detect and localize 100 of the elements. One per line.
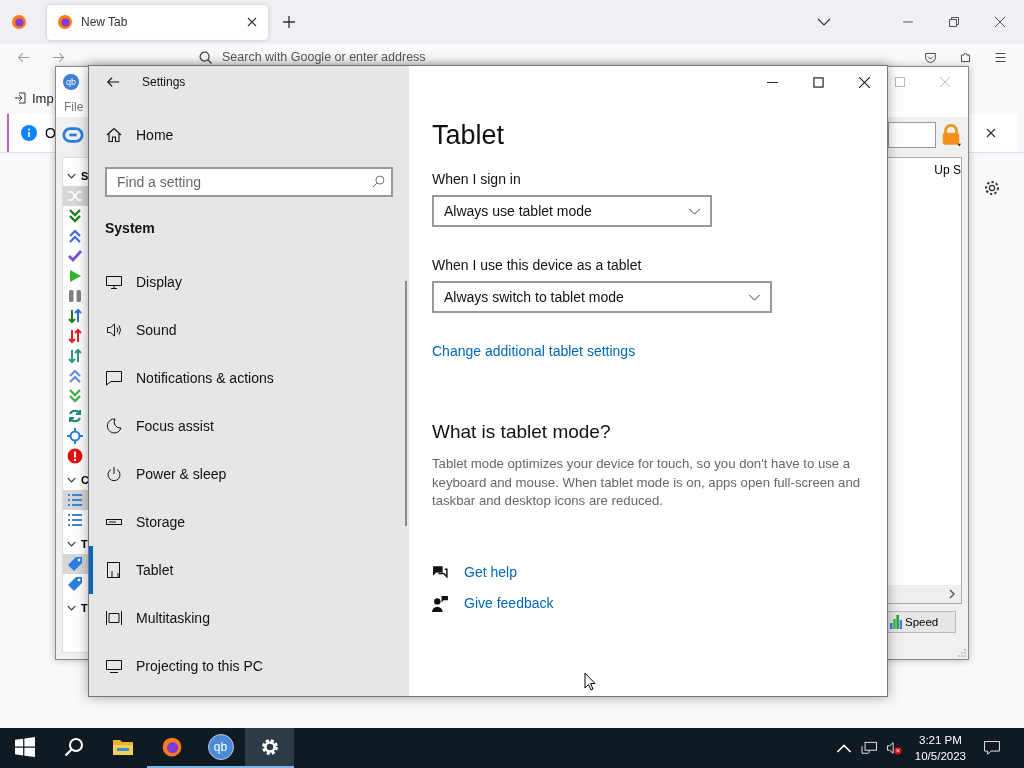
- menu-icon[interactable]: [994, 51, 1007, 64]
- back-arrow-icon[interactable]: [106, 75, 120, 89]
- chevrons-down-icon: [67, 388, 83, 404]
- menu-item[interactable]: File: [64, 100, 84, 114]
- column-header[interactable]: Up S: [934, 163, 961, 177]
- home-item[interactable]: Home: [89, 123, 409, 147]
- plus-icon[interactable]: [283, 16, 295, 28]
- field-label: When I use this device as a tablet: [432, 257, 643, 273]
- section-heading: What is tablet mode?: [432, 421, 611, 443]
- scrollbar-thumb[interactable]: [405, 281, 407, 526]
- window-title: Settings: [142, 75, 186, 89]
- nav-item[interactable]: Notifications & actions: [89, 354, 409, 402]
- chevron-down-icon[interactable]: [817, 18, 831, 26]
- close-icon[interactable]: [859, 76, 870, 88]
- help-link[interactable]: Give feedback: [464, 595, 554, 611]
- restore-icon[interactable]: [949, 17, 959, 27]
- checkmark-icon: [67, 248, 83, 264]
- nav-item[interactable]: Projecting to this PC: [89, 642, 409, 690]
- info-icon: [21, 125, 37, 141]
- speed-button[interactable]: Speed: [886, 611, 956, 633]
- moon-icon: [106, 418, 122, 434]
- pocket-icon[interactable]: [924, 51, 937, 64]
- app-logo: qb: [63, 74, 79, 90]
- qbittorrent-logo: qb: [207, 734, 234, 760]
- page-title: Tablet: [432, 120, 505, 151]
- settings-icon[interactable]: [983, 179, 1001, 197]
- collapse-icon[interactable]: [67, 173, 76, 179]
- section-header: T: [81, 538, 88, 550]
- section-header: T: [81, 602, 88, 614]
- collapse-icon[interactable]: [67, 605, 76, 611]
- chevron-down-icon: [688, 207, 701, 215]
- dropdown[interactable]: Always use tablet mode: [432, 195, 712, 227]
- taskbar-app[interactable]: [245, 728, 294, 768]
- close-icon[interactable]: [995, 17, 1005, 27]
- filter-item[interactable]: [63, 186, 91, 206]
- resize-grip-icon[interactable]: [958, 649, 966, 657]
- speaker-muted-icon[interactable]: [885, 741, 902, 755]
- search-icon: [199, 51, 212, 64]
- nav-item[interactable]: Focus assist: [89, 402, 409, 450]
- nav-item[interactable]: Storage: [89, 498, 409, 546]
- dropdown[interactable]: Always switch to tablet mode: [432, 281, 772, 313]
- refresh-icon: [67, 408, 83, 424]
- monitor-icon: [106, 658, 122, 674]
- firefox-icon: [161, 737, 182, 757]
- chevrons-up-icon: [67, 368, 83, 384]
- chevrons-up-icon: [67, 228, 83, 244]
- horizontal-scrollbar[interactable]: [887, 585, 961, 603]
- monitor-icon: [106, 274, 122, 290]
- filter-item[interactable]: [63, 490, 91, 510]
- settings-link[interactable]: Change additional tablet settings: [432, 343, 636, 359]
- list-icon: [67, 512, 83, 528]
- maximize-icon[interactable]: [813, 76, 824, 88]
- section-heading: System: [104, 220, 156, 236]
- close-icon[interactable]: [246, 16, 258, 28]
- home-icon: [106, 127, 122, 143]
- collapse-icon[interactable]: [67, 541, 76, 547]
- link-icon[interactable]: [62, 124, 84, 146]
- browser-tab[interactable]: New Tab: [47, 4, 268, 40]
- windows-layout-icon: [106, 610, 122, 626]
- search-icon: [63, 737, 84, 757]
- filter-item[interactable]: [63, 554, 91, 574]
- power-icon: [106, 466, 122, 482]
- folder-icon: [112, 737, 133, 757]
- pause-icon: [67, 288, 83, 304]
- forward-arrow-icon[interactable]: [52, 51, 65, 64]
- description-text: Tablet mode optimizes your device for touch, so you don't have to use a keyboard and mouse. When tablet mode is on, apps open full-screen and taskbar and desktop icons are reduced.: [432, 455, 862, 510]
- chat-bubbles-icon: [432, 563, 449, 581]
- search-icon: [372, 175, 385, 188]
- field-label: When I sign in: [432, 171, 522, 187]
- chevron-down-icon: [748, 293, 761, 301]
- nav-item[interactable]: Multitasking: [89, 594, 409, 642]
- tag-icon: [67, 576, 83, 592]
- notification-icon[interactable]: [984, 741, 1000, 755]
- play-icon: [67, 268, 83, 284]
- clock-time[interactable]: 3:21 PM: [919, 732, 962, 748]
- close-icon[interactable]: [985, 127, 997, 139]
- bookmark-link[interactable]: Imp: [32, 90, 54, 106]
- message-icon: [106, 370, 122, 386]
- chevron-right-icon[interactable]: [949, 589, 955, 599]
- search-field[interactable]: [888, 122, 936, 148]
- up-down-arrows-icon: [67, 328, 83, 344]
- collapse-icon[interactable]: [67, 477, 76, 483]
- up-down-arrows-icon: [67, 348, 83, 364]
- nav-item[interactable]: Sound: [89, 306, 409, 354]
- section-header: C: [81, 474, 89, 486]
- section-header: S: [81, 170, 89, 182]
- firefox-icon[interactable]: [11, 14, 27, 30]
- windows-logo-icon: [14, 737, 35, 757]
- clock-date[interactable]: 10/5/2023: [914, 748, 966, 764]
- network-icon[interactable]: [860, 741, 877, 755]
- help-link[interactable]: Get help: [464, 564, 517, 580]
- bar-chart-icon: [890, 615, 902, 629]
- import-icon: [14, 92, 26, 104]
- search-field[interactable]: Find a setting: [105, 167, 393, 197]
- nav-item[interactable]: Display: [89, 258, 409, 306]
- address-placeholder[interactable]: Search with Google or enter address: [222, 51, 426, 64]
- speaker-icon: [106, 322, 122, 338]
- nav-item[interactable]: Power & sleep: [89, 450, 409, 498]
- chevrons-down-icon: [67, 208, 83, 224]
- shuffle-icon: [67, 188, 83, 204]
